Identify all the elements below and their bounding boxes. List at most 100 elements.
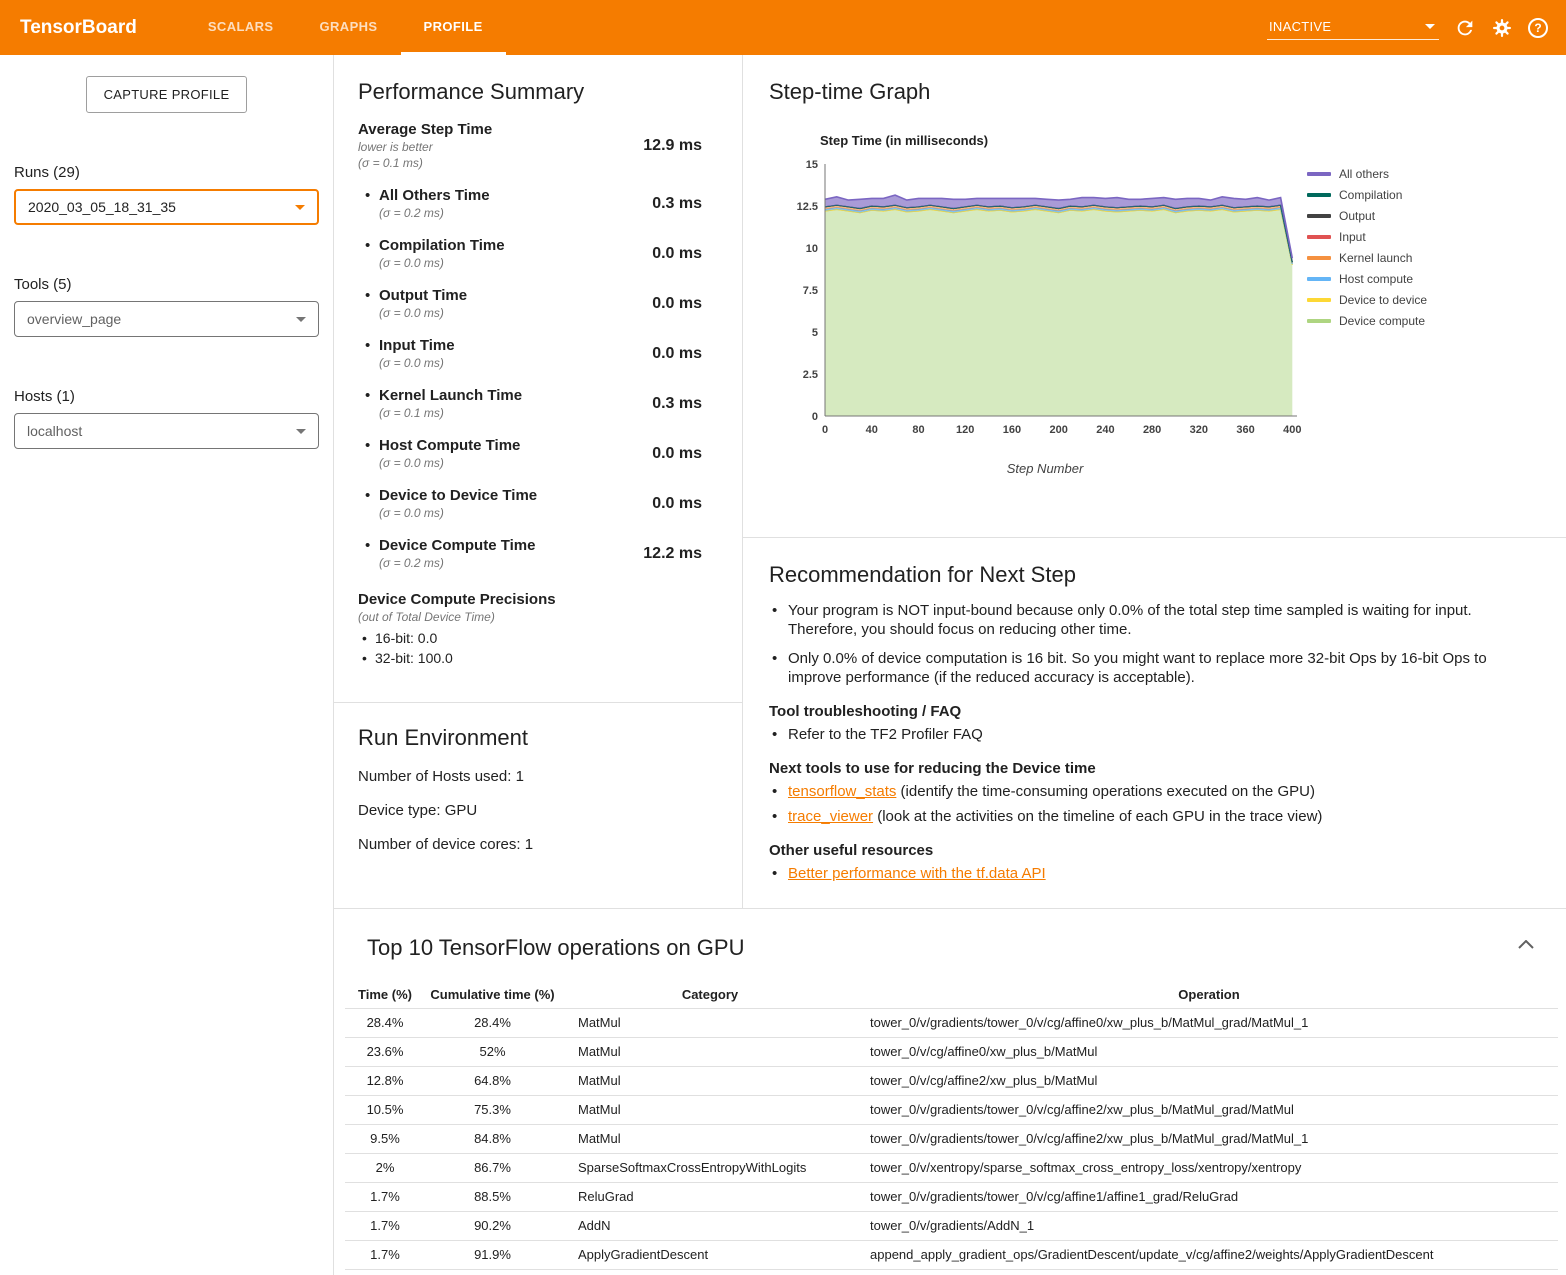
metric-value: 0.0 ms bbox=[652, 295, 702, 313]
table-row: 28.4% 28.4% MatMul tower_0/v/gradients/t… bbox=[345, 1008, 1558, 1037]
reload-mode-select[interactable]: INACTIVE bbox=[1267, 15, 1439, 40]
legend-label: Input bbox=[1339, 230, 1366, 244]
env-line: Number of Hosts used: 1 bbox=[358, 768, 718, 785]
metric-label: Output Time bbox=[379, 287, 467, 305]
legend-swatch-all-others bbox=[1307, 172, 1331, 176]
metric-sigma: (σ = 0.1 ms) bbox=[379, 405, 522, 421]
metric-note: lower is better bbox=[358, 139, 492, 155]
sidebar: CAPTURE PROFILE Runs (29) 2020_03_05_18_… bbox=[0, 55, 334, 1275]
metric-sigma: (σ = 0.0 ms) bbox=[379, 355, 455, 371]
svg-text:240: 240 bbox=[1096, 424, 1114, 436]
cell-time: 1.7% bbox=[345, 1211, 425, 1240]
cell-cumulative: 88.5% bbox=[425, 1182, 560, 1211]
svg-text:40: 40 bbox=[866, 424, 878, 436]
tool-bullet-text: (look at the activities on the timeline … bbox=[873, 808, 1322, 825]
cell-category: MatMul bbox=[560, 1008, 860, 1037]
tab-scalars[interactable]: SCALARS bbox=[185, 0, 297, 55]
runs-select[interactable]: 2020_03_05_18_31_35 bbox=[14, 189, 319, 225]
cell-operation: tower_0/v/gradients/tower_0/v/cg/affine1… bbox=[860, 1182, 1558, 1211]
svg-text:400: 400 bbox=[1283, 424, 1301, 436]
cell-time: 1.7% bbox=[345, 1240, 425, 1269]
performance-summary-title: Performance Summary bbox=[358, 79, 718, 105]
collapse-section-button[interactable] bbox=[1514, 933, 1538, 956]
tfdata-performance-link[interactable]: Better performance with the tf.data API bbox=[788, 865, 1046, 882]
cell-category: MatMul bbox=[560, 1095, 860, 1124]
svg-text:200: 200 bbox=[1049, 424, 1067, 436]
tool-bullet: tensorflow_stats (identify the time-cons… bbox=[769, 782, 1522, 801]
top-nav: SCALARS GRAPHS PROFILE bbox=[185, 0, 506, 55]
legend-item: Input bbox=[1307, 226, 1427, 247]
faq-bullet: Refer to the TF2 Profiler FAQ bbox=[769, 725, 1522, 744]
svg-text:7.5: 7.5 bbox=[803, 285, 818, 297]
table-row: 1.7% 91.9% ApplyGradientDescent append_a… bbox=[345, 1240, 1558, 1269]
cell-category: SparseSoftmaxCrossEntropyWithLogits bbox=[560, 1153, 860, 1182]
col-header-category: Category bbox=[560, 982, 860, 1008]
cell-category: MatMul bbox=[560, 1124, 860, 1153]
legend-item: All others bbox=[1307, 163, 1427, 184]
hosts-select-value: localhost bbox=[27, 423, 82, 439]
svg-text:320: 320 bbox=[1190, 424, 1208, 436]
help-button[interactable]: ? bbox=[1528, 18, 1548, 38]
cell-cumulative: 52% bbox=[425, 1037, 560, 1066]
right-column: Step-time Graph Step Time (in millisecon… bbox=[743, 55, 1566, 908]
cell-category: MatMul bbox=[560, 1066, 860, 1095]
performance-summary-column: Performance Summary Average Step Time lo… bbox=[334, 55, 743, 908]
col-header-cumulative: Cumulative time (%) bbox=[425, 982, 560, 1008]
metric-sigma: (σ = 0.1 ms) bbox=[358, 155, 492, 171]
chevron-down-icon bbox=[296, 317, 306, 322]
top10-table: Time (%) Cumulative time (%) Category Op… bbox=[345, 982, 1558, 1270]
legend-label: Device to device bbox=[1339, 293, 1427, 307]
app-title: TensorBoard bbox=[20, 0, 137, 55]
tensorflow-stats-link[interactable]: tensorflow_stats bbox=[788, 783, 896, 800]
tools-select[interactable]: overview_page bbox=[14, 301, 319, 337]
chart-x-axis-label: Step Number bbox=[785, 461, 1305, 476]
table-row: 2% 86.7% SparseSoftmaxCrossEntropyWithLo… bbox=[345, 1153, 1558, 1182]
chart-title: Step Time (in milliseconds) bbox=[820, 133, 1305, 148]
svg-text:120: 120 bbox=[956, 424, 974, 436]
device-compute-precisions: Device Compute Precisions (out of Total … bbox=[358, 591, 718, 668]
precision-item: 16-bit: 0.0 bbox=[358, 628, 718, 648]
precisions-note: (out of Total Device Time) bbox=[358, 609, 718, 625]
recommendation-title: Recommendation for Next Step bbox=[769, 562, 1522, 588]
cell-time: 10.5% bbox=[345, 1095, 425, 1124]
trace-viewer-link[interactable]: trace_viewer bbox=[788, 808, 873, 825]
recommendation-card: Recommendation for Next Step Your progra… bbox=[743, 538, 1566, 908]
header-actions: INACTIVE ? bbox=[1267, 0, 1566, 55]
legend-swatch-output bbox=[1307, 214, 1331, 218]
refresh-button[interactable] bbox=[1454, 17, 1476, 39]
metric-sigma: (σ = 0.0 ms) bbox=[379, 455, 520, 471]
cell-time: 2% bbox=[345, 1153, 425, 1182]
settings-button[interactable] bbox=[1491, 17, 1513, 39]
cell-operation: tower_0/v/xentropy/sparse_softmax_cross_… bbox=[860, 1153, 1558, 1182]
chevron-down-icon bbox=[296, 429, 306, 434]
precisions-title: Device Compute Precisions bbox=[358, 591, 718, 609]
bullet-icon: • bbox=[365, 287, 379, 305]
env-line: Number of device cores: 1 bbox=[358, 836, 718, 853]
metric-label: All Others Time bbox=[379, 187, 490, 205]
tab-graphs[interactable]: GRAPHS bbox=[296, 0, 400, 55]
cell-time: 9.5% bbox=[345, 1124, 425, 1153]
chevron-down-icon bbox=[295, 205, 305, 210]
bullet-icon: • bbox=[365, 387, 379, 405]
hosts-select[interactable]: localhost bbox=[14, 413, 319, 449]
legend-label: Output bbox=[1339, 209, 1375, 223]
step-time-graph-card: Step-time Graph Step Time (in millisecon… bbox=[743, 55, 1566, 538]
metric-sigma: (σ = 0.0 ms) bbox=[379, 305, 467, 321]
metric-row: • Host Compute Time (σ = 0.0 ms) 0.0 ms bbox=[358, 437, 718, 471]
cell-cumulative: 75.3% bbox=[425, 1095, 560, 1124]
refresh-icon bbox=[1454, 17, 1476, 39]
run-environment-title: Run Environment bbox=[358, 725, 718, 751]
cell-category: ApplyGradientDescent bbox=[560, 1240, 860, 1269]
col-header-operation: Operation bbox=[860, 982, 1558, 1008]
svg-text:80: 80 bbox=[912, 424, 924, 436]
legend-label: Device compute bbox=[1339, 314, 1425, 328]
metric-value: 12.9 ms bbox=[643, 137, 702, 155]
tab-profile[interactable]: PROFILE bbox=[401, 0, 506, 55]
capture-profile-button[interactable]: CAPTURE PROFILE bbox=[86, 76, 248, 113]
tools-select-value: overview_page bbox=[27, 311, 121, 327]
performance-summary-card: Performance Summary Average Step Time lo… bbox=[334, 55, 742, 703]
metric-row: • Device to Device Time (σ = 0.0 ms) 0.0… bbox=[358, 487, 718, 521]
legend-label: Kernel launch bbox=[1339, 251, 1412, 265]
table-row: 1.7% 90.2% AddN tower_0/v/gradients/AddN… bbox=[345, 1211, 1558, 1240]
cell-operation: tower_0/v/gradients/AddN_1 bbox=[860, 1211, 1558, 1240]
